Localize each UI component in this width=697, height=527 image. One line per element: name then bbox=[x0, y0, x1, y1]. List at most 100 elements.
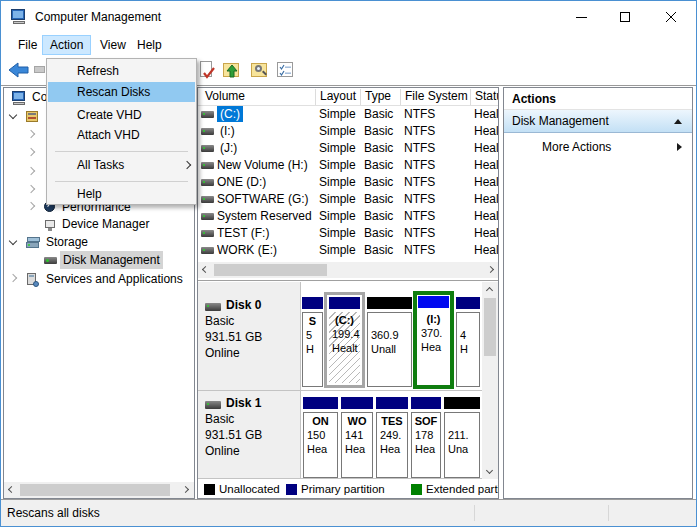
menu-bar: File Action View Help bbox=[1, 33, 696, 57]
chevron-collapsed-icon[interactable] bbox=[27, 130, 35, 138]
volume-table-horizontal-scrollbar[interactable] bbox=[198, 262, 498, 278]
chevron-collapsed-icon[interactable] bbox=[27, 202, 35, 210]
table-row[interactable]: TEST (F:) Simple Basic NTFS Healthy bbox=[197, 225, 498, 242]
menu-view[interactable]: View bbox=[95, 36, 131, 55]
partition-c-selected[interactable]: (C:) 199.4 Healt bbox=[324, 292, 365, 388]
disk-icon bbox=[205, 401, 221, 409]
title-bar: Computer Management bbox=[1, 1, 696, 33]
scrollbar-thumb[interactable] bbox=[20, 484, 170, 496]
volume-table-header: Volume Layout Type File System Status bbox=[198, 88, 498, 106]
disk-0-label-cell[interactable]: Disk 0 Basic 931.51 GB Online bbox=[198, 282, 301, 390]
tree-item-device-manager[interactable]: Device Manager bbox=[6, 215, 195, 233]
actions-section-disk-management[interactable]: Disk Management bbox=[504, 110, 692, 133]
chevron-collapsed-icon[interactable] bbox=[9, 274, 17, 282]
column-header-volume[interactable]: Volume bbox=[205, 88, 245, 105]
chevron-collapsed-icon[interactable] bbox=[27, 167, 35, 175]
chevron-collapsed-icon[interactable] bbox=[27, 148, 35, 156]
computer-management-window: Computer Management File Action View Hel… bbox=[0, 0, 697, 527]
partition[interactable]: (C:) 199.4 Healt bbox=[329, 312, 360, 383]
partition-stripe bbox=[302, 297, 323, 309]
partition[interactable]: (I:) 370. Hea bbox=[418, 311, 449, 383]
disk-icon bbox=[205, 303, 221, 311]
scrollbar-thumb[interactable] bbox=[484, 298, 496, 356]
legend-extended-swatch bbox=[411, 484, 422, 495]
services-icon bbox=[26, 273, 40, 287]
chevron-expanded-icon[interactable] bbox=[9, 237, 17, 245]
partition-i-selected[interactable]: (I:) 370. Hea bbox=[413, 291, 454, 389]
search-folder-icon[interactable] bbox=[251, 61, 269, 79]
export-folder-icon[interactable] bbox=[223, 61, 241, 79]
menu-separator bbox=[55, 151, 188, 152]
properties-list-icon[interactable] bbox=[277, 61, 295, 79]
help-doc-icon[interactable] bbox=[199, 61, 215, 79]
column-header-layout[interactable]: Layout bbox=[320, 88, 356, 105]
volume-icon bbox=[201, 111, 214, 118]
storage-icon bbox=[26, 236, 41, 249]
minimize-button[interactable] bbox=[567, 1, 597, 31]
scrollbar-thumb[interactable] bbox=[214, 264, 327, 276]
menu-item-create-vhd[interactable]: Create VHD bbox=[48, 105, 195, 125]
partition-stripe bbox=[376, 397, 408, 409]
menu-item-refresh[interactable]: Refresh bbox=[48, 61, 195, 81]
column-header-status[interactable]: Status bbox=[475, 88, 499, 105]
chevron-collapsed-icon[interactable] bbox=[27, 185, 35, 193]
column-header-file-system[interactable]: File System bbox=[405, 88, 468, 105]
partition-stripe bbox=[367, 297, 412, 309]
partition[interactable]: 360.9 Unall bbox=[367, 312, 412, 387]
actions-pane: Actions Disk Management More Actions bbox=[503, 87, 693, 499]
table-row[interactable]: (I:) Simple Basic NTFS Healthy bbox=[197, 123, 498, 140]
volume-icon bbox=[201, 196, 214, 203]
partition[interactable]: SOF 178 Hea bbox=[411, 412, 441, 478]
menu-item-all-tasks[interactable]: All Tasks bbox=[48, 155, 195, 175]
menu-action[interactable]: Action bbox=[42, 35, 91, 55]
menu-help[interactable]: Help bbox=[132, 36, 167, 55]
menu-item-attach-vhd[interactable]: Attach VHD bbox=[48, 125, 195, 145]
menu-separator bbox=[55, 181, 188, 182]
disk-area-vertical-scrollbar[interactable] bbox=[482, 282, 498, 479]
table-row[interactable]: New Volume (H:) Simple Basic NTFS Health… bbox=[197, 157, 498, 174]
volume-icon bbox=[201, 128, 214, 135]
disk-1-label-cell[interactable]: Disk 1 Basic 931.51 GB Online bbox=[198, 391, 301, 478]
device-manager-icon bbox=[44, 218, 57, 231]
table-row[interactable]: System Reserved Simple Basic NTFS Health… bbox=[197, 208, 498, 225]
legend-unallocated-swatch bbox=[204, 484, 215, 495]
maximize-button[interactable] bbox=[611, 1, 641, 31]
column-header-type[interactable]: Type bbox=[365, 88, 391, 105]
disk-management-icon bbox=[44, 254, 58, 267]
partition-stripe bbox=[341, 397, 373, 409]
partition[interactable]: ON 150 Hea bbox=[303, 412, 338, 478]
menu-item-help[interactable]: Help bbox=[48, 184, 195, 204]
legend: Unallocated Primary partition Extended p… bbox=[198, 482, 498, 498]
table-row[interactable]: SOFTWARE (G:) Simple Basic NTFS Healthy bbox=[197, 191, 498, 208]
forward-button[interactable] bbox=[34, 66, 45, 73]
table-row[interactable]: ONE (D:) Simple Basic NTFS Healthy bbox=[197, 174, 498, 191]
system-tools-icon bbox=[26, 110, 40, 123]
actions-header: Actions bbox=[504, 88, 692, 110]
table-row[interactable]: (C:) Simple Basic NTFS Healthy bbox=[197, 106, 498, 123]
chevron-expanded-icon[interactable] bbox=[9, 111, 17, 119]
legend-primary-swatch bbox=[286, 484, 297, 495]
more-actions-item[interactable]: More Actions bbox=[504, 133, 692, 159]
menu-item-rescan-disks[interactable]: Rescan Disks bbox=[48, 82, 195, 102]
tree-item-disk-management[interactable]: Disk Management bbox=[6, 251, 195, 269]
collapse-icon[interactable] bbox=[674, 119, 682, 124]
back-button[interactable] bbox=[7, 60, 31, 80]
partition[interactable]: 4 H bbox=[456, 312, 480, 387]
window-title: Computer Management bbox=[35, 10, 161, 24]
partition[interactable]: S 5 H bbox=[302, 312, 323, 387]
partition[interactable]: TES 249. Hea bbox=[376, 412, 408, 478]
table-row[interactable]: WORK (E:) Simple Basic NTFS Healthy bbox=[197, 242, 498, 259]
partition-stripe bbox=[329, 297, 360, 309]
tree-horizontal-scrollbar[interactable] bbox=[4, 482, 194, 498]
submenu-arrow-icon bbox=[677, 143, 682, 151]
menu-file[interactable]: File bbox=[13, 36, 42, 55]
volume-icon bbox=[201, 230, 214, 237]
computer-icon bbox=[12, 91, 28, 105]
partition[interactable]: 211. Una bbox=[444, 412, 480, 478]
volume-icon bbox=[201, 179, 214, 186]
close-button[interactable] bbox=[656, 1, 690, 31]
tree-item-storage[interactable]: Storage bbox=[6, 233, 195, 251]
table-row[interactable]: (J:) Simple Basic NTFS Healthy bbox=[197, 140, 498, 157]
tree-item-services-and-applications[interactable]: Services and Applications bbox=[6, 270, 195, 288]
partition[interactable]: WO 141 Hea bbox=[341, 412, 373, 478]
